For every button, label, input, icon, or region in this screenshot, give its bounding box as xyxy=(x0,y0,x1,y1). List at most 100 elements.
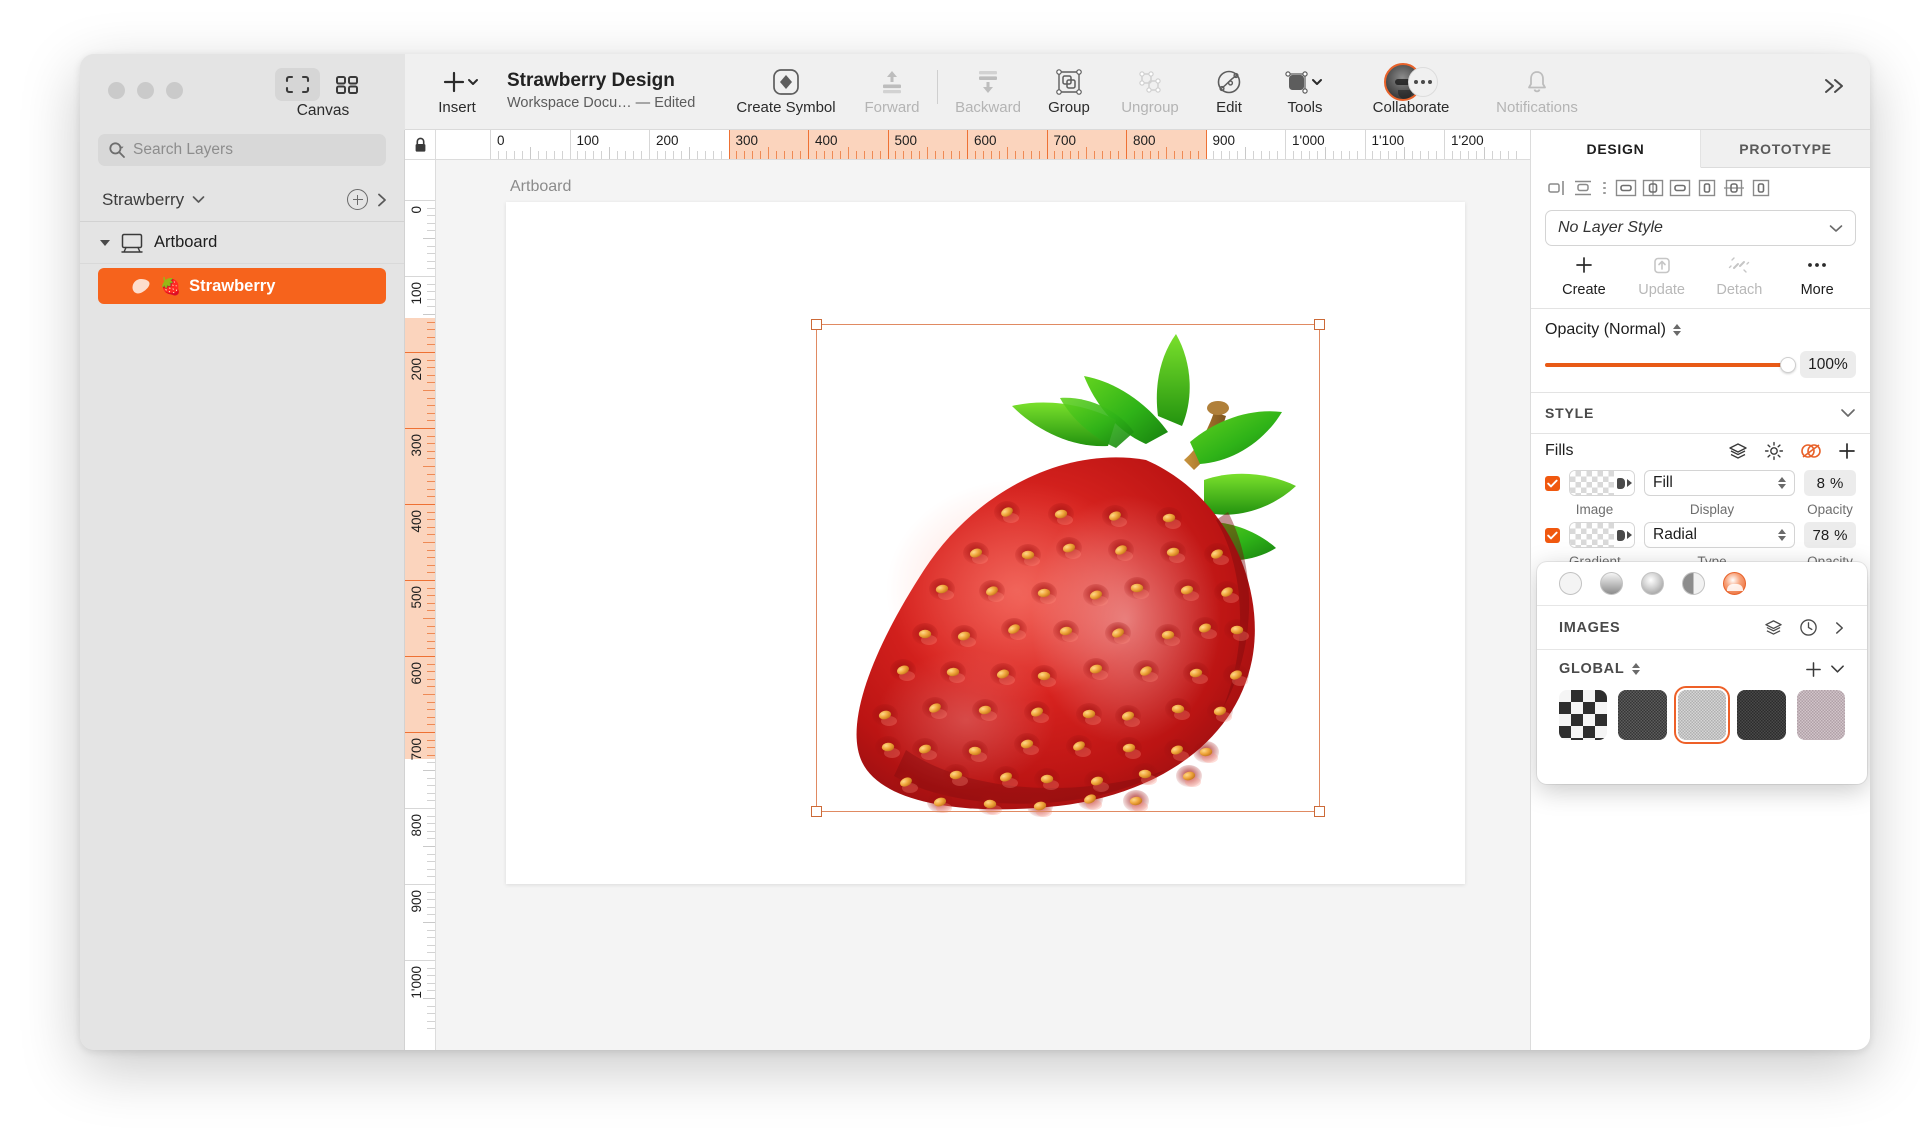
chevron-right-icon[interactable] xyxy=(1834,620,1845,636)
disclosure-triangle-icon[interactable] xyxy=(100,239,110,246)
resize-handle-bottom-left[interactable] xyxy=(811,806,822,817)
global-stepper-icon[interactable] xyxy=(1632,663,1641,675)
collaborate-button[interactable]: Collaborate xyxy=(1348,54,1474,130)
align-right-edge-icon[interactable] xyxy=(1748,175,1774,201)
layer-style-select[interactable]: No Layer Style xyxy=(1545,210,1856,246)
fill-opacity-field[interactable]: 8% xyxy=(1804,470,1856,496)
page-selector[interactable]: Strawberry xyxy=(80,178,404,222)
image-fill-popover[interactable]: IMAGES GLOBAL xyxy=(1537,562,1867,784)
horizontal-ruler[interactable]: 0 100 200 300 400 500 600 700 800 900 1'000 1'100 1'… xyxy=(436,130,1530,160)
opacity-slider[interactable] xyxy=(1545,356,1796,373)
plus-icon[interactable] xyxy=(1805,661,1822,678)
ruler-minor-tick xyxy=(792,151,794,159)
gradient-stop-icon[interactable] xyxy=(1614,523,1634,547)
add-page-icon[interactable] xyxy=(347,189,368,210)
blend-mode-stepper-icon[interactable] xyxy=(1672,324,1681,336)
ruler-minor-tick xyxy=(855,151,857,159)
align-bottom-icon[interactable] xyxy=(1667,175,1693,201)
resize-handle-top-right[interactable] xyxy=(1314,319,1325,330)
chevron-right-icon[interactable] xyxy=(376,192,388,208)
resize-handle-bottom-right[interactable] xyxy=(1314,806,1325,817)
sidebar-item-strawberry[interactable]: 🍓 Strawberry xyxy=(98,268,386,304)
fill-type-radial-gradient[interactable] xyxy=(1641,572,1664,595)
swatch-dark-noise[interactable] xyxy=(1618,690,1667,740)
tools-button[interactable]: Tools xyxy=(1262,54,1348,130)
fill-type-stepper-icon[interactable] xyxy=(1778,529,1786,541)
fill-opacity-field[interactable]: 78% xyxy=(1804,522,1856,548)
vertical-ruler[interactable]: 0 100 200 300 400 500 600 700 800 900 1'000 xyxy=(405,160,436,1050)
fill-type-image[interactable] xyxy=(1723,572,1746,595)
swatch-mauve-noise[interactable] xyxy=(1796,690,1846,740)
selection-bounding-box[interactable] xyxy=(811,319,1325,817)
detach-style-button[interactable]: Detach xyxy=(1701,254,1779,298)
gear-icon[interactable] xyxy=(1764,441,1784,461)
create-style-button[interactable]: Create xyxy=(1545,254,1623,298)
edit-button[interactable]: Edit xyxy=(1196,54,1262,130)
align-middle-horizontal-icon[interactable] xyxy=(1640,175,1666,201)
recent-clock-icon[interactable] xyxy=(1799,618,1818,637)
zoom-button[interactable] xyxy=(166,82,183,99)
opacity-value-field[interactable]: 100% xyxy=(1800,351,1856,378)
canvas-view-button[interactable] xyxy=(275,68,320,101)
artboard[interactable] xyxy=(506,202,1465,884)
align-center-vertical-icon[interactable] xyxy=(1721,175,1747,201)
notifications-button[interactable]: Notifications xyxy=(1474,54,1600,130)
fill-enabled-checkbox[interactable] xyxy=(1545,527,1560,543)
align-left-edge-icon[interactable] xyxy=(1694,175,1720,201)
layers-icon[interactable] xyxy=(1764,619,1783,636)
backward-button[interactable]: Backward xyxy=(942,54,1034,130)
toolbar-overflow-icon[interactable] xyxy=(1822,76,1848,102)
minimize-button[interactable] xyxy=(137,82,154,99)
blend-mode-icon[interactable] xyxy=(1800,441,1822,461)
tab-design[interactable]: DESIGN xyxy=(1531,130,1701,168)
search-layers-input[interactable]: Search Layers xyxy=(98,134,386,166)
forward-button[interactable]: Forward xyxy=(851,54,933,130)
fill-swatch[interactable] xyxy=(1569,470,1635,496)
ruler-minor-tick xyxy=(427,587,435,589)
fill-type-stepper-icon[interactable] xyxy=(1778,477,1786,489)
fill-swatch[interactable] xyxy=(1569,522,1635,548)
view-toggle[interactable] xyxy=(275,68,369,101)
fill-type-selector[interactable] xyxy=(1537,562,1867,606)
tab-prototype[interactable]: PROTOTYPE xyxy=(1701,130,1870,168)
window-controls[interactable] xyxy=(108,82,183,99)
layers-icon[interactable] xyxy=(1728,442,1748,460)
ruler-minor-tick xyxy=(1110,151,1112,159)
align-right-icon[interactable] xyxy=(1543,175,1569,201)
close-button[interactable] xyxy=(108,82,125,99)
grid-view-button[interactable] xyxy=(324,68,369,101)
sidebar-item-artboard[interactable]: Artboard xyxy=(80,222,404,264)
swatch-charcoal-noise[interactable] xyxy=(1737,690,1786,740)
more-style-button[interactable]: More xyxy=(1778,254,1856,298)
distribute-vertical-icon[interactable] xyxy=(1570,175,1596,201)
chevron-down-icon[interactable] xyxy=(1830,664,1845,674)
create-symbol-button[interactable]: Create Symbol xyxy=(721,54,851,130)
fill-type-select[interactable]: Fill xyxy=(1644,470,1795,496)
ruler-minor-tick xyxy=(427,336,435,338)
fill-enabled-checkbox[interactable] xyxy=(1545,475,1560,491)
align-top-icon[interactable] xyxy=(1613,175,1639,201)
group-button[interactable]: Group xyxy=(1034,54,1104,130)
canvas-surface[interactable]: Artboard xyxy=(436,160,1530,1050)
ruler-lock-button[interactable] xyxy=(405,130,436,160)
style-section-header[interactable]: STYLE xyxy=(1531,393,1870,433)
fill-type-select[interactable]: Radial xyxy=(1644,522,1795,548)
swatch-checkerboard[interactable] xyxy=(1559,690,1608,740)
ungroup-button[interactable]: Ungroup xyxy=(1104,54,1196,130)
chevron-down-icon[interactable] xyxy=(1840,408,1856,418)
fill-type-angular-gradient[interactable] xyxy=(1682,572,1705,595)
add-fill-icon[interactable] xyxy=(1838,442,1856,460)
swatch-light-noise[interactable] xyxy=(1673,686,1731,744)
fill-type-linear-gradient[interactable] xyxy=(1600,572,1623,595)
resize-handle-top-left[interactable] xyxy=(811,319,822,330)
gradient-stop-icon[interactable] xyxy=(1614,471,1634,495)
ruler-major-tick xyxy=(967,130,968,159)
ruler-minor-tick xyxy=(427,321,435,323)
insert-button[interactable]: Insert xyxy=(405,54,491,130)
opacity-slider-knob[interactable] xyxy=(1780,356,1796,373)
update-style-button[interactable]: Update xyxy=(1623,254,1701,298)
ruler-minor-tick xyxy=(712,151,714,159)
artboard-label[interactable]: Artboard xyxy=(510,178,571,196)
fill-type-flat-color[interactable] xyxy=(1559,572,1582,595)
collaborators-more-icon[interactable] xyxy=(1408,67,1438,97)
